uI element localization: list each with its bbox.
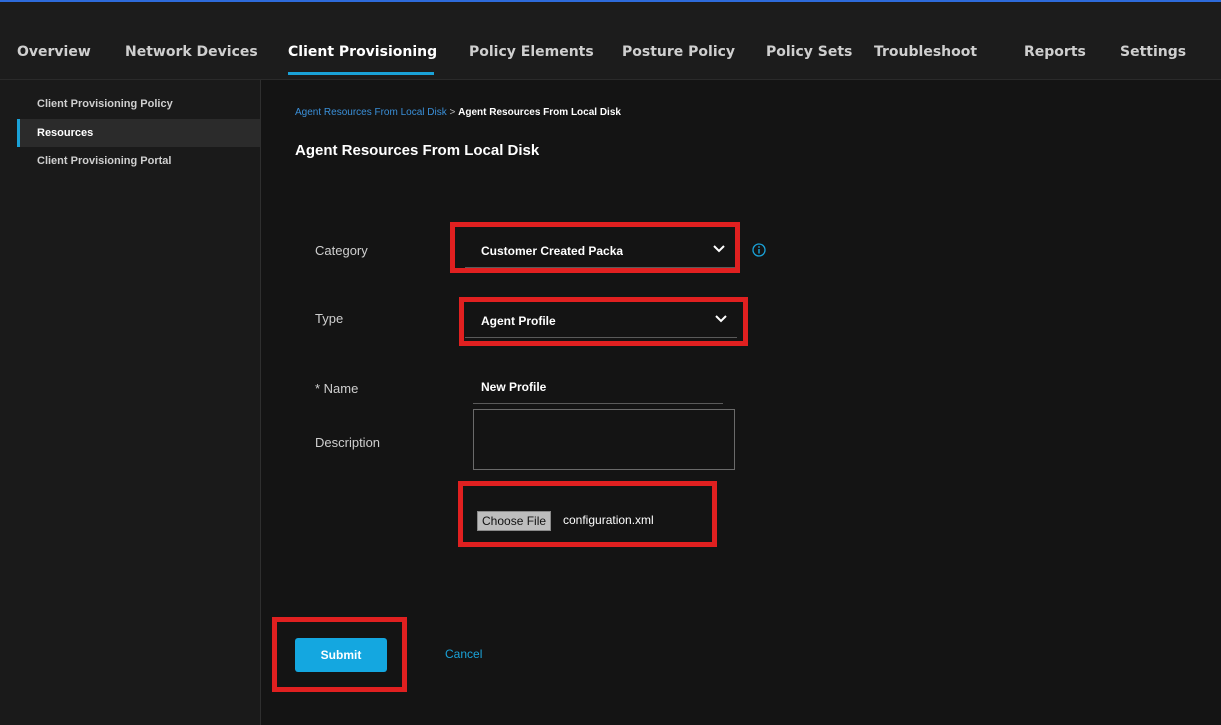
tab-posture-policy[interactable]: Posture Policy <box>622 10 735 80</box>
sidebar-item-client-provisioning-policy[interactable]: Client Provisioning Policy <box>17 90 260 118</box>
chevron-down-icon <box>715 315 727 323</box>
description-textarea[interactable] <box>473 409 735 470</box>
name-label: * Name <box>315 381 359 396</box>
tab-overview[interactable]: Overview <box>17 10 91 80</box>
top-nav: Overview Network Devices Client Provisio… <box>0 10 1221 80</box>
active-item-marker <box>17 119 20 147</box>
chevron-down-icon <box>713 245 725 253</box>
cancel-link[interactable]: Cancel <box>445 647 482 661</box>
breadcrumb-current: Agent Resources From Local Disk <box>458 107 621 118</box>
sidebar-item-resources[interactable]: Resources <box>17 119 260 147</box>
breadcrumb-link[interactable]: Agent Resources From Local Disk <box>295 107 447 118</box>
tab-settings[interactable]: Settings <box>1120 10 1186 80</box>
selected-file-name: configuration.xml <box>563 513 654 527</box>
active-tab-indicator <box>288 72 434 75</box>
sidebar-item-label: Resources <box>37 127 94 139</box>
category-select[interactable]: Customer Created Packa <box>465 232 735 268</box>
tab-reports[interactable]: Reports <box>1024 10 1086 80</box>
type-select[interactable]: Agent Profile <box>465 302 737 338</box>
choose-file-button[interactable]: Choose File <box>477 511 552 531</box>
type-label: Type <box>315 311 344 326</box>
tab-policy-sets[interactable]: Policy Sets <box>766 10 852 80</box>
page-title: Agent Resources From Local Disk <box>295 142 540 159</box>
sidebar: Client Provisioning Policy Resources Cli… <box>0 80 261 725</box>
description-label: Description <box>315 435 381 450</box>
tab-client-provisioning[interactable]: Client Provisioning <box>288 10 437 80</box>
breadcrumb: Agent Resources From Local Disk > Agent … <box>295 107 621 118</box>
name-input[interactable]: New Profile <box>473 372 723 404</box>
category-value: Customer Created Packa <box>481 244 624 258</box>
top-accent-bar <box>0 0 1221 10</box>
tab-policy-elements[interactable]: Policy Elements <box>469 10 594 80</box>
submit-button[interactable]: Submit <box>295 638 387 672</box>
sidebar-item-client-provisioning-portal[interactable]: Client Provisioning Portal <box>17 147 260 175</box>
tab-network-devices[interactable]: Network Devices <box>125 10 258 80</box>
name-value: New Profile <box>481 380 547 394</box>
info-icon[interactable] <box>752 243 766 257</box>
tab-troubleshoot[interactable]: Troubleshoot <box>874 10 977 80</box>
category-label: Category <box>315 243 368 258</box>
type-value: Agent Profile <box>481 314 556 328</box>
breadcrumb-separator: > <box>449 107 456 118</box>
